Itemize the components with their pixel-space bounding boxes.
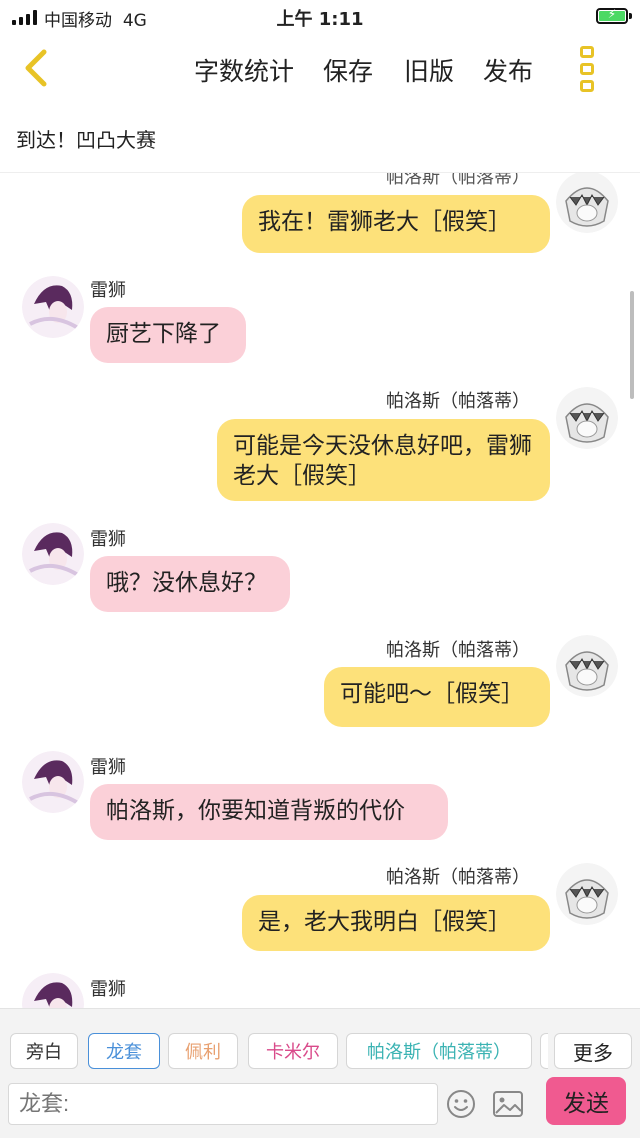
- avatar-leishi[interactable]: [22, 523, 84, 585]
- top-nav-bar: 字数统计 保存 旧版 发布: [0, 34, 640, 104]
- save-button[interactable]: 保存: [323, 52, 373, 88]
- sender-name: 帕洛斯（帕落蒂）: [386, 391, 530, 412]
- role-chip-kamier[interactable]: 卡米尔: [248, 1033, 338, 1069]
- chat-bubble[interactable]: 哦？没休息好？: [90, 556, 290, 612]
- publish-button[interactable]: 发布: [483, 52, 533, 88]
- role-chip-palos[interactable]: 帕洛斯（帕落蒂）: [346, 1033, 532, 1069]
- avatar-leishi[interactable]: [22, 751, 84, 813]
- sender-name: 雷狮: [90, 280, 126, 301]
- avatar-palos[interactable]: [556, 173, 618, 233]
- more-menu-icon[interactable]: [580, 46, 598, 92]
- story-title: 到达！凹凸大赛: [16, 128, 156, 152]
- back-chevron-icon[interactable]: [18, 48, 58, 88]
- send-button[interactable]: 发送: [546, 1077, 626, 1125]
- chat-bubble[interactable]: 帕洛斯，你要知道背叛的代价: [90, 784, 448, 840]
- image-icon[interactable]: [492, 1090, 524, 1118]
- role-chip-longtao[interactable]: 龙套: [88, 1033, 160, 1069]
- chat-bubble[interactable]: 可能吧～［假笑］: [324, 667, 550, 727]
- emoji-icon[interactable]: [446, 1089, 476, 1119]
- avatar-leishi[interactable]: [22, 973, 84, 1008]
- battery-icon: ⚡: [596, 7, 628, 24]
- chat-scrollbar[interactable]: [630, 291, 634, 399]
- role-chip-peili[interactable]: 佩利: [168, 1033, 238, 1069]
- more-roles-button[interactable]: 更多: [554, 1033, 632, 1069]
- chat-bubble[interactable]: 可能是今天没休息好吧，雷狮老大［假笑］: [217, 419, 550, 501]
- role-chip-narrator[interactable]: 旁白: [10, 1033, 78, 1069]
- status-time: 上午 1:11: [276, 9, 364, 30]
- chat-area[interactable]: 帕洛斯（帕落蒂） 我在！雷狮老大［假笑］ 雷狮 厨艺下降了 帕洛斯（帕落蒂） 可…: [0, 173, 640, 1008]
- input-toolbar: 旁白 龙套 佩利 卡米尔 帕洛斯（帕落蒂） 更多 发送: [0, 1008, 640, 1138]
- status-bar: 中国移动 4G 上午 1:11 ⚡: [0, 0, 640, 34]
- chat-bubble[interactable]: 是，老大我明白［假笑］: [242, 895, 550, 951]
- avatar-palos[interactable]: [556, 635, 618, 697]
- sender-name: 雷狮: [90, 979, 126, 1000]
- avatar-palos[interactable]: [556, 387, 618, 449]
- sender-name: 雷狮: [90, 757, 126, 778]
- role-chip-overflow[interactable]: [540, 1033, 548, 1069]
- avatar-palos[interactable]: [556, 863, 618, 925]
- sender-name: 帕洛斯（帕落蒂）: [386, 867, 530, 888]
- old-version-button[interactable]: 旧版: [404, 52, 454, 88]
- message-input[interactable]: [8, 1083, 438, 1125]
- chat-bubble[interactable]: 厨艺下降了: [90, 307, 246, 363]
- avatar-leishi[interactable]: [22, 276, 84, 338]
- word-count-button[interactable]: 字数统计: [194, 52, 294, 88]
- battery-cap: [629, 13, 632, 19]
- chat-bubble[interactable]: 我在！雷狮老大［假笑］: [242, 195, 550, 253]
- sender-name: 帕洛斯（帕落蒂）: [386, 173, 530, 188]
- sender-name: 雷狮: [90, 529, 126, 550]
- sender-name: 帕洛斯（帕落蒂）: [386, 640, 530, 661]
